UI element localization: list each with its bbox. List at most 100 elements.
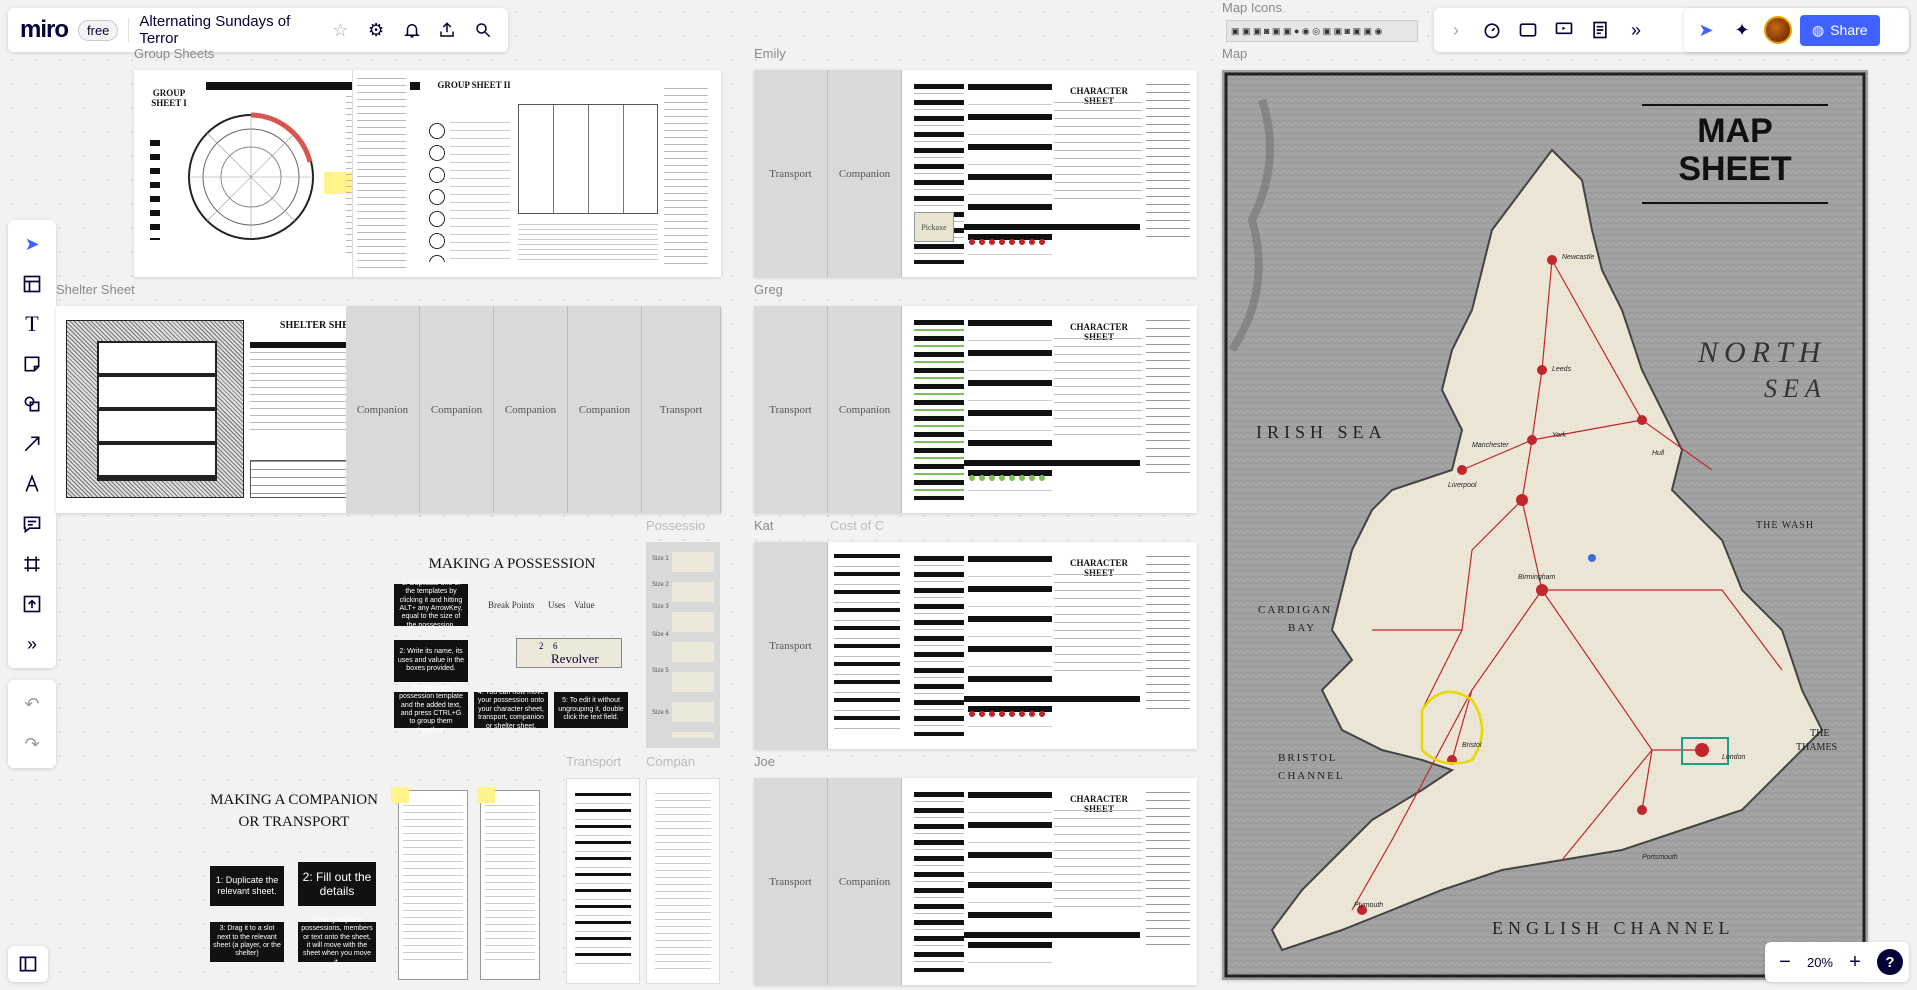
shelter-sheet-frame[interactable]: SHELTER SHEET Companion Companion Compan…	[56, 306, 721, 513]
footer-bar	[964, 932, 1140, 938]
help-button[interactable]: ?	[1877, 949, 1903, 975]
redo-icon[interactable]: ↷	[14, 726, 50, 762]
more-tools-icon[interactable]: »	[14, 626, 50, 662]
export-icon[interactable]	[435, 16, 461, 44]
slot-transport[interactable]: Transport	[754, 70, 828, 277]
slot-transport[interactable]: Transport	[754, 542, 828, 749]
character-frame-greg[interactable]: Transport Companion CHARACTER SHEET	[754, 306, 1197, 513]
zoom-in-button[interactable]: +	[1841, 948, 1869, 976]
miro-logo[interactable]: miro	[20, 16, 69, 44]
presentation-icon[interactable]	[1550, 16, 1578, 44]
timer-icon[interactable]	[1478, 16, 1506, 44]
sticky-note-icon[interactable]	[14, 346, 50, 382]
map-frame[interactable]: MAP SHEET NORTH SEA IRISH SEA CARDIGAN B…	[1222, 70, 1868, 980]
group-sheet-2-title: GROUP SHEET II	[437, 80, 511, 90]
slot-transport[interactable]: Transport	[754, 306, 828, 513]
character-frame-joe[interactable]: Transport Companion CHARACTER SHEET	[754, 778, 1197, 985]
character-frame-emily[interactable]: Transport Companion Pickaxe CHARACTER SH…	[754, 70, 1197, 277]
transport-template[interactable]	[566, 778, 640, 984]
size-5[interactable]: Size 5	[652, 668, 669, 674]
character-sheet: CHARACTER SHEET	[914, 320, 1190, 500]
example-name: Revolver	[551, 651, 599, 666]
frame-tool-icon[interactable]	[14, 546, 50, 582]
marker-blue	[1588, 554, 1596, 562]
comment-icon[interactable]	[14, 506, 50, 542]
select-tool-icon[interactable]: ➤	[14, 226, 50, 262]
size-4[interactable]: Size 4	[652, 632, 669, 638]
shelter-slot-companion-2[interactable]: Companion	[420, 306, 494, 513]
notes-icon[interactable]	[1586, 16, 1614, 44]
shelter-slot-companion-1[interactable]: Companion	[346, 306, 420, 513]
size-2[interactable]: Size 2	[652, 582, 669, 588]
stats-column	[914, 320, 964, 500]
templates-icon[interactable]	[14, 266, 50, 302]
companion-step-3: 3: Drag it to a slot next to the relevan…	[210, 922, 284, 962]
zoom-out-button[interactable]: −	[1771, 948, 1799, 976]
possession-step-1: 1: Duplicate one of the templates by cli…	[394, 580, 468, 629]
slot-transport[interactable]: Transport	[754, 778, 828, 985]
map-icons-strip[interactable]: ▣ ▣ ▣ ◙ ▣ ▣ ● ◉ ◎ ▣ ▣ ◙ ▣ ▣ ◉	[1226, 20, 1418, 42]
size-6[interactable]: Size 6	[652, 710, 669, 716]
avatar[interactable]	[1764, 16, 1792, 44]
reactions-icon[interactable]: ✦	[1728, 16, 1756, 44]
possession-example[interactable]: 2 6 Revolver	[516, 638, 622, 668]
upload-icon[interactable]	[14, 586, 50, 622]
slot-companion[interactable]: Companion	[828, 778, 902, 985]
double-chevron-down-icon[interactable]: »	[1622, 16, 1650, 44]
size-boxes	[672, 552, 714, 738]
group-sheet-1-side	[352, 70, 410, 277]
size-3[interactable]: Size 3	[652, 604, 669, 610]
cursor-follow-icon[interactable]: ➤	[1692, 16, 1720, 44]
slot-companion[interactable]: Companion	[828, 70, 902, 277]
creation-toolbar: ➤ T »	[8, 220, 56, 668]
chevron-right-icon[interactable]: ›	[1442, 16, 1470, 44]
shelter-slot-companion-3[interactable]: Companion	[494, 306, 568, 513]
city-plymouth: Plymouth	[1354, 902, 1384, 909]
companion-template-1[interactable]	[391, 787, 468, 980]
card-icon[interactable]	[1514, 16, 1542, 44]
group-sheets-frame[interactable]: GROUP SHEET I GROUP SHEET II	[134, 70, 721, 277]
group-sheet-2: GROUP SHEET II	[424, 74, 714, 270]
shapes-icon[interactable]	[14, 386, 50, 422]
search-icon[interactable]	[470, 16, 496, 44]
companion-template[interactable]	[646, 778, 720, 984]
board-title[interactable]: Alternating Sundays of Terror	[139, 13, 317, 47]
health-dots	[968, 474, 1048, 482]
undo-icon[interactable]: ↶	[14, 686, 50, 722]
companion-heading-line1: MAKING A COMPANION	[210, 792, 378, 808]
pickaxe-item[interactable]: Pickaxe	[914, 212, 954, 242]
shelter-slot-transport[interactable]: Transport	[642, 306, 721, 513]
sidebar-toggle[interactable]	[8, 946, 48, 982]
health-dots	[968, 238, 1048, 246]
template-lines	[655, 793, 711, 969]
slot-companion[interactable]: Companion	[828, 306, 902, 513]
label-the-wash: THE WASH	[1756, 520, 1815, 531]
arrow-tool-icon[interactable]	[14, 426, 50, 462]
zoom-level[interactable]: 20%	[1807, 955, 1833, 970]
health-dots	[968, 710, 1048, 718]
shelter-slot-companion-4[interactable]: Companion	[568, 306, 642, 513]
share-button[interactable]: ◍ Share	[1800, 14, 1880, 46]
pen-tool-icon[interactable]	[14, 466, 50, 502]
shelter-illustration	[66, 320, 244, 498]
character-frame-kat[interactable]: Transport CHARACTER SHEET	[754, 542, 1197, 749]
frame-title-cost-of: Cost of C	[830, 518, 885, 533]
template-lines	[403, 805, 463, 965]
star-icon[interactable]: ☆	[327, 16, 353, 44]
share-toolbar: ➤ ✦ ◍ Share	[1684, 8, 1909, 52]
sticky-note[interactable]	[391, 787, 409, 803]
size-1[interactable]: Size 1	[652, 556, 669, 562]
gear-icon[interactable]: ⚙	[363, 16, 389, 44]
city-newcastle: Newcastle	[1562, 254, 1595, 261]
frame-title-kat: Kat	[754, 518, 774, 533]
plan-badge[interactable]: free	[78, 19, 119, 41]
bell-icon[interactable]	[399, 16, 425, 44]
character-sheet: CHARACTER SHEET	[914, 556, 1190, 736]
label-value: Value	[574, 600, 595, 610]
frame-title-transport-small: Transport	[566, 754, 622, 769]
companion-sheet[interactable]	[834, 554, 900, 734]
text-tool-icon[interactable]: T	[14, 306, 50, 342]
map-title-box: MAP SHEET	[1642, 104, 1828, 204]
companion-template-2[interactable]	[477, 787, 540, 980]
sticky-note[interactable]	[477, 787, 495, 803]
